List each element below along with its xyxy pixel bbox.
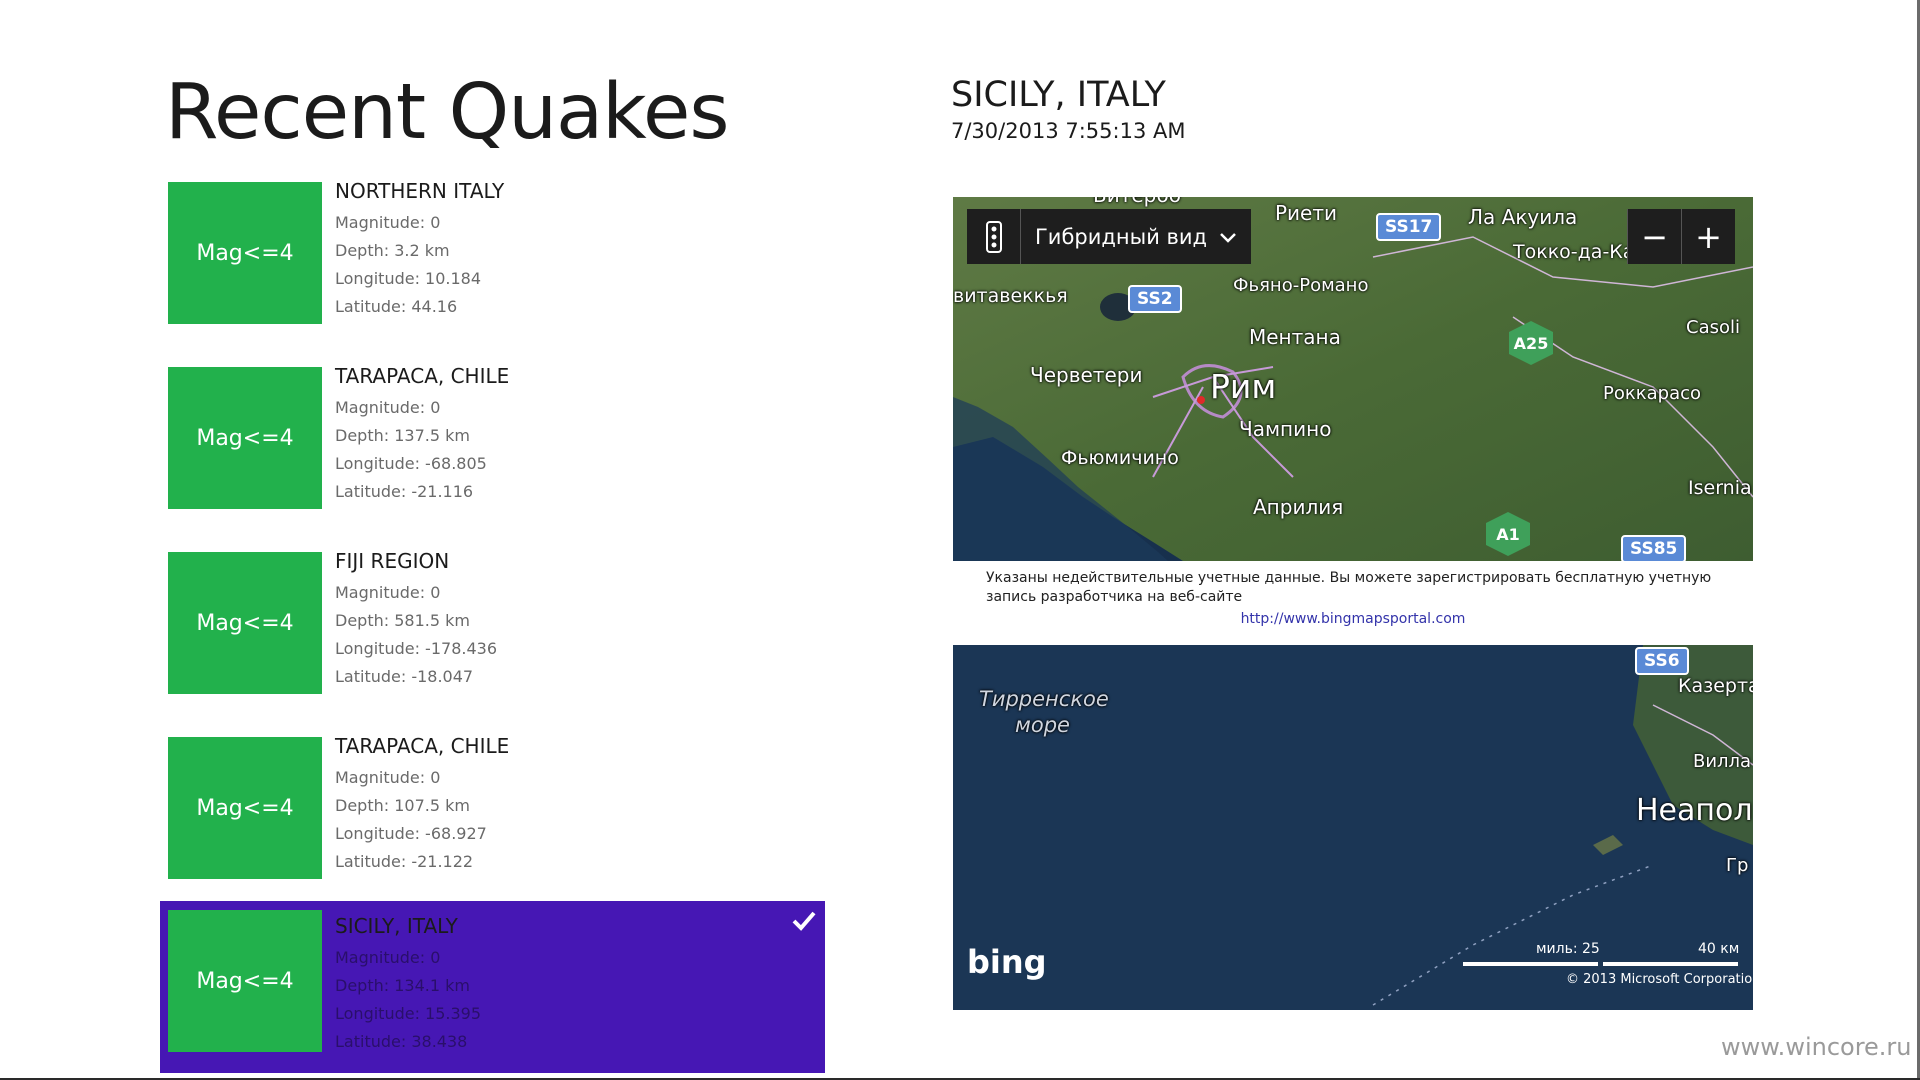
map-label-vitavekkya: витавеккья [953,285,1068,307]
page-title: Recent Quakes [165,68,730,157]
map-label-fiano: Фьяно-Романо [1233,275,1369,296]
map-label-viterbo: Витербо [1093,197,1181,207]
quake-longitude: Longitude: 10.184 [335,269,482,288]
quake-region: TARAPACA, CHILE [335,364,510,388]
map-view[interactable]: Витербо Риети Ла Акуила Токко-да-Ка вита… [953,197,1753,1010]
quake-info: NORTHERN ITALY Magnitude: 0 Depth: 3.2 k… [335,179,504,321]
map-style-label: Гибридный вид [1035,224,1208,249]
quake-magnitude: Magnitude: 0 [335,398,441,417]
map-label-tokko: Токко-да-Ка [1513,241,1635,263]
zoom-controls: − + [1627,209,1735,264]
road-shield-ss6: SS6 [1635,647,1689,675]
magnitude-tile: Mag<=4 [168,367,322,509]
magnitude-tile: Mag<=4 [168,737,322,879]
map-label-mentana: Ментана [1249,325,1341,349]
scale-km: 40 км [1698,941,1740,957]
quake-longitude: Longitude: -178.436 [335,639,497,658]
map-label-isernia: Isernia [1688,477,1752,499]
quake-magnitude: Magnitude: 0 [335,213,441,232]
quake-list-item[interactable]: Mag<=4 FIJI REGION Magnitude: 0 Depth: 5… [160,545,825,707]
quake-longitude: Longitude: -68.927 [335,824,487,843]
bing-portal-link[interactable]: http://www.bingmapsportal.com [953,611,1753,627]
map-copyright: © 2013 Microsoft Corporation [1566,972,1753,987]
quake-latitude: Latitude: -18.047 [335,667,474,686]
road-shield-ss2: SS2 [1128,285,1182,313]
map-label-cerveteri: Черветери [1030,363,1143,387]
quake-list-item[interactable]: Mag<=4 TARAPACA, CHILE Magnitude: 0 Dept… [160,730,825,892]
quake-list-item-selected[interactable]: Mag<=4 SICILY, ITALY Magnitude: 0 Depth:… [160,901,825,1073]
map-label-rim: Рим [1210,367,1277,406]
quake-latitude: Latitude: -21.116 [335,482,474,501]
map-label-villa: Вилла [1693,751,1752,772]
map-label-more: море [1015,713,1070,737]
quake-magnitude: Magnitude: 0 [335,768,441,787]
bing-logo: bing [967,943,1047,981]
road-shield-ss17: SS17 [1376,213,1442,241]
map-label-rokkaraso: Роккарасо [1603,383,1702,404]
quake-region: TARAPACA, CHILE [335,734,510,758]
quake-longitude: Longitude: 15.395 [335,1004,482,1023]
quake-magnitude: Magnitude: 0 [335,583,441,602]
watermark: www.wincore.ru [1721,1033,1912,1061]
quake-info: FIJI REGION Magnitude: 0 Depth: 581.5 km… [335,549,497,691]
map-style-dropdown[interactable]: Гибридный вид [1021,209,1252,264]
quake-depth: Depth: 137.5 km [335,426,470,445]
map-label-casoli: Casoli [1686,317,1740,338]
quake-depth: Depth: 134.1 km [335,976,470,995]
map-label-neapol: Неапол [1636,793,1753,828]
quake-latitude: Latitude: -21.122 [335,852,474,871]
quake-list-item[interactable]: Mag<=4 TARAPACA, CHILE Magnitude: 0 Dept… [160,360,825,522]
quake-longitude: Longitude: -68.805 [335,454,487,473]
quake-region: NORTHERN ITALY [335,179,505,203]
quake-region: SICILY, ITALY [335,914,458,938]
credentials-notice: Указаны недействительные учетные данные.… [953,561,1753,645]
quake-latitude: Latitude: 44.16 [335,297,458,316]
map-view-controls: Гибридный вид [967,209,1252,264]
checkmark-icon [792,911,816,931]
quake-info: SICILY, ITALY Magnitude: 0 Depth: 134.1 … [335,914,481,1056]
quake-depth: Depth: 107.5 km [335,796,470,815]
map-label-champino: Чампино [1239,417,1332,441]
zoom-out-button[interactable]: − [1627,209,1681,264]
map-label-kazerta: Казерта [1678,675,1753,697]
map-label-fyumichino: Фьюмичино [1061,447,1179,469]
detail-timestamp: 7/30/2013 7:55:13 AM [951,119,1186,143]
quake-depth: Depth: 3.2 km [335,241,450,260]
detail-title: SICILY, ITALY [951,75,1166,115]
scale-bar-km [1603,962,1738,966]
chevron-down-icon [1219,225,1237,249]
magnitude-tile: Mag<=4 [168,552,322,694]
quake-info: TARAPACA, CHILE Magnitude: 0 Depth: 137.… [335,364,509,506]
traffic-light-icon [985,220,1002,253]
map-label-gr: Гр [1726,855,1749,876]
map-tile-top[interactable]: Витербо Риети Ла Акуила Токко-да-Ка вита… [953,197,1753,561]
map-label-la-akuila: Ла Акуила [1468,205,1578,229]
map-label-tirrenskoe: Тирренское [979,687,1109,711]
quake-region: FIJI REGION [335,549,450,573]
road-shield-ss85: SS85 [1621,535,1687,561]
map-tile-bottom[interactable]: Тирренское море SS6 Казерта Вилла Неапол… [953,645,1753,1010]
quake-magnitude: Magnitude: 0 [335,948,441,967]
quake-info: TARAPACA, CHILE Magnitude: 0 Depth: 107.… [335,734,509,876]
traffic-toggle-button[interactable] [967,209,1021,264]
scale-miles: миль: 25 [1536,941,1600,957]
magnitude-tile: Mag<=4 [168,182,322,324]
scale-bar-miles [1463,962,1598,966]
quake-latitude: Latitude: 38.438 [335,1032,468,1051]
quake-depth: Depth: 581.5 km [335,611,470,630]
quake-list-item[interactable]: Mag<=4 NORTHERN ITALY Magnitude: 0 Depth… [160,175,825,337]
map-label-rieti: Риети [1275,201,1338,225]
zoom-in-button[interactable]: + [1681,209,1735,264]
map-label-apriliya: Априлия [1253,495,1344,519]
notice-text: Указаны недействительные учетные данные.… [986,570,1712,605]
magnitude-tile: Mag<=4 [168,910,322,1052]
